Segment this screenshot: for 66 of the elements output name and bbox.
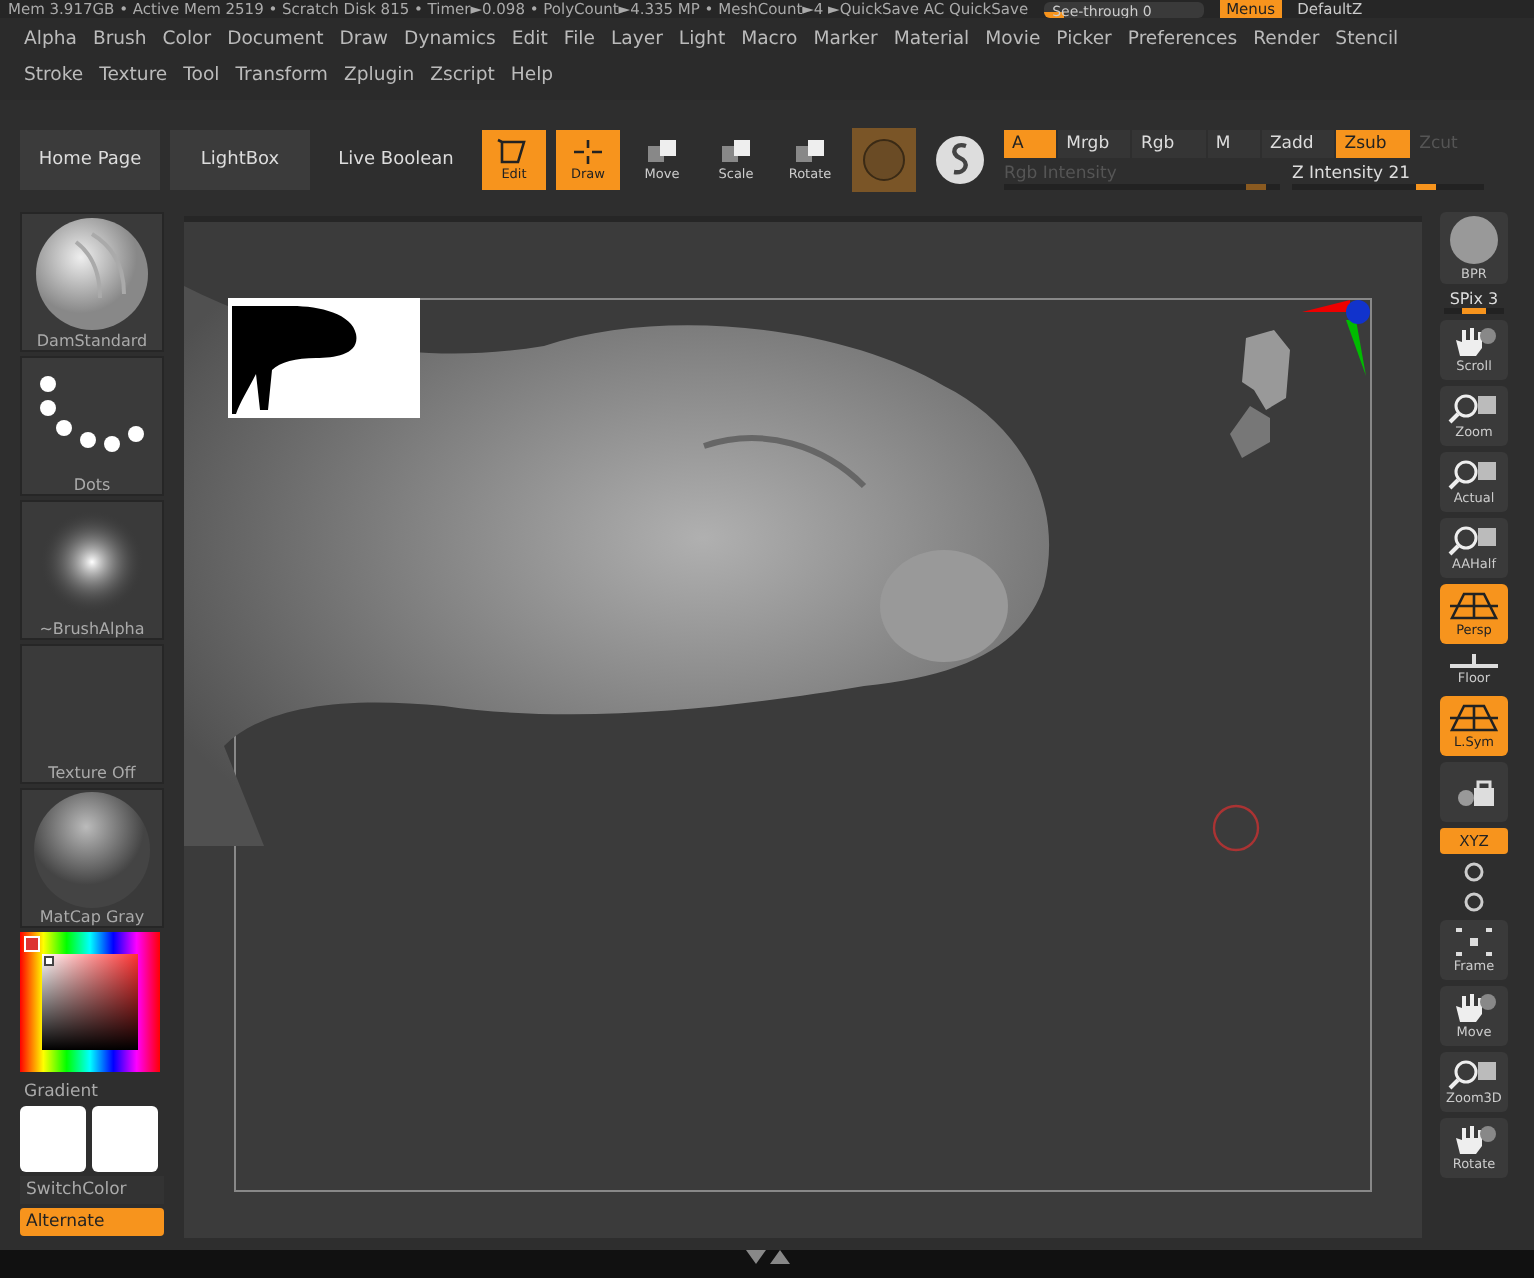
menu-item[interactable]: Texture — [91, 63, 176, 85]
menu-item[interactable]: File — [555, 27, 603, 49]
menu-item[interactable]: Zscript — [422, 63, 503, 85]
gradient-label: Gradient — [22, 1080, 100, 1102]
persp-icon — [1448, 590, 1500, 622]
brush-cursor-icon — [1210, 802, 1262, 854]
alpha-tile[interactable]: ~BrushAlpha — [20, 500, 164, 640]
menu-item[interactable]: Stencil — [1327, 27, 1407, 49]
z-mode-button[interactable]: Zadd — [1261, 130, 1335, 158]
channel-button[interactable]: M — [1207, 130, 1260, 158]
nav-button[interactable]: LightBox — [170, 130, 310, 190]
menu-item[interactable]: Zplugin — [335, 63, 423, 85]
menu-item[interactable]: Help — [502, 63, 562, 85]
canvas[interactable] — [184, 216, 1422, 1238]
channel-button[interactable]: A — [1004, 130, 1057, 158]
channel-button[interactable]: Mrgb — [1058, 130, 1131, 158]
channel-button[interactable]: Rgb — [1132, 130, 1206, 158]
menu-item[interactable]: Movie — [977, 27, 1049, 49]
lock-button[interactable] — [1440, 762, 1508, 822]
main-color-swatch[interactable] — [20, 1106, 86, 1172]
menu-item[interactable]: Color — [154, 27, 220, 49]
material-swatch-button[interactable] — [852, 128, 916, 192]
aahalf-icon — [1448, 524, 1500, 556]
alternate-button[interactable]: Alternate — [20, 1208, 164, 1236]
actual-icon — [1448, 458, 1500, 490]
floor-grid-icon — [1450, 654, 1498, 670]
rotate-axis-icon[interactable] — [1462, 860, 1486, 884]
nav-button[interactable]: Home Page — [20, 130, 160, 190]
menu-item[interactable]: Render — [1245, 27, 1328, 49]
brush-tile[interactable]: DamStandard — [20, 212, 164, 352]
menu-item[interactable]: Preferences — [1119, 27, 1246, 49]
sphere-icon — [1448, 214, 1500, 266]
menu-item[interactable]: Macro — [733, 27, 806, 49]
menu-item[interactable]: Light — [670, 27, 734, 49]
draw-tool-icon — [570, 138, 606, 166]
menu-item[interactable]: Brush — [84, 27, 155, 49]
stroke-tile[interactable]: Dots — [20, 356, 164, 496]
menu-item[interactable]: Picker — [1048, 27, 1120, 49]
brush-preview-icon — [32, 214, 152, 332]
menu-item[interactable]: Alpha — [16, 27, 85, 49]
menu-item[interactable]: Layer — [602, 27, 671, 49]
texture-tile[interactable]: Texture Off — [20, 644, 164, 784]
menu-item[interactable]: Dynamics — [396, 27, 504, 49]
move-tool-icon — [644, 138, 680, 166]
z-mode-button[interactable]: Zsub — [1336, 130, 1410, 158]
menu-item[interactable]: Marker — [805, 27, 886, 49]
menu-item[interactable]: Tool — [175, 63, 228, 85]
lsym-icon — [1448, 702, 1500, 734]
matcap-sphere-icon — [32, 790, 152, 908]
rotate-axis-icon[interactable] — [1462, 890, 1486, 914]
menu-item[interactable]: Document — [219, 27, 332, 49]
zoom3d-icon — [1448, 1058, 1500, 1090]
menu-item[interactable]: Stroke — [16, 63, 92, 85]
material-tile[interactable]: MatCap Gray — [20, 788, 164, 928]
menu-item[interactable]: Draw — [331, 27, 397, 49]
menu-item[interactable]: Material — [885, 27, 978, 49]
rotate-tool-icon — [792, 138, 828, 166]
zoom-icon — [1448, 392, 1500, 424]
color-picker[interactable] — [20, 932, 160, 1072]
secondary-color-swatch[interactable] — [92, 1106, 158, 1172]
scale-tool-icon — [718, 138, 754, 166]
menu-item[interactable]: Transform — [227, 63, 336, 85]
spix-slider[interactable]: SPix 3 — [1444, 290, 1504, 314]
z-intensity-slider[interactable]: Z Intensity 21 — [1292, 164, 1484, 190]
menu-item[interactable]: Edit — [503, 27, 556, 49]
switch-color-button[interactable]: SwitchColor — [20, 1176, 164, 1204]
